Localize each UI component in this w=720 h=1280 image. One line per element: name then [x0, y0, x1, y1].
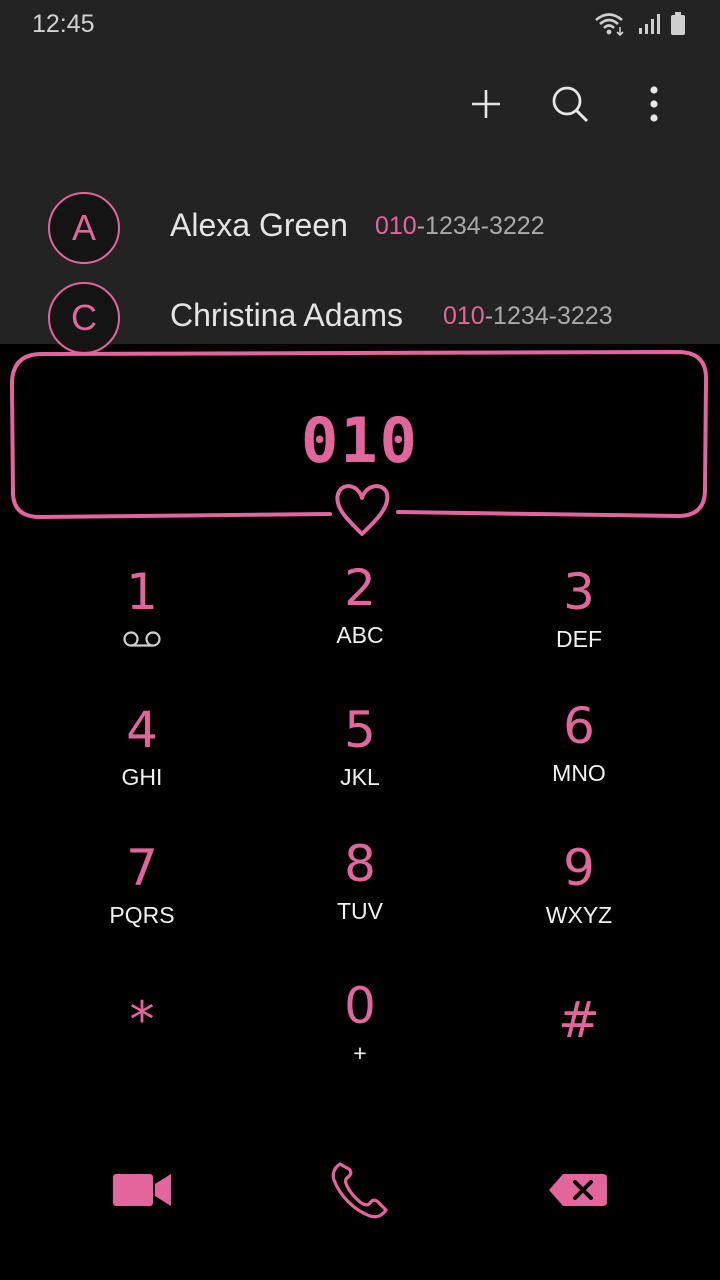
video-call-icon	[113, 1174, 171, 1206]
avatar: A	[48, 192, 120, 264]
number-display[interactable]: 010	[0, 344, 720, 544]
key-7[interactable]: 7 PQRS	[42, 838, 242, 958]
key-1[interactable]: 1	[42, 562, 242, 682]
key-digit: 1	[126, 563, 158, 621]
action-bar	[0, 1140, 720, 1240]
key-8[interactable]: 8 TUV	[260, 834, 460, 954]
video-call-button[interactable]	[92, 1140, 192, 1240]
dialer-screen: 12:45 A Alexa Green 010-1234-3222 C Chri…	[0, 0, 720, 1280]
call-button[interactable]	[310, 1140, 410, 1240]
phone-icon	[331, 1162, 388, 1219]
number-rest: -1234-3223	[484, 302, 613, 330]
key-digit: *	[129, 991, 155, 1049]
key-letters: DEF	[556, 626, 602, 652]
key-4[interactable]: 4 GHI	[42, 700, 242, 820]
backspace-button[interactable]	[528, 1140, 628, 1240]
number-match: 010	[375, 212, 417, 240]
key-letters: JKL	[340, 764, 380, 790]
key-letters: ABC	[336, 622, 384, 648]
dialed-number: 010	[301, 404, 419, 477]
key-star[interactable]: *	[42, 990, 242, 1110]
key-0[interactable]: 0 +	[260, 976, 460, 1096]
key-letters: +	[353, 1040, 367, 1066]
toolbar	[466, 80, 674, 128]
contact-name: Alexa Green	[170, 207, 348, 243]
key-6[interactable]: 6 MNO	[479, 696, 679, 816]
voicemail-icon	[123, 631, 161, 647]
key-letters: WXYZ	[545, 902, 613, 928]
key-digit: #	[558, 991, 600, 1049]
contacts-header: 12:45 A Alexa Green 010-1234-3222 C Chri…	[0, 0, 720, 354]
search-icon	[552, 86, 589, 123]
key-digit: 5	[344, 701, 376, 759]
status-time: 12:45	[32, 10, 95, 38]
status-bar: 12:45	[0, 0, 720, 50]
add-contact-button[interactable]	[466, 80, 506, 128]
contact-suggestion[interactable]: A Alexa Green 010-1234-3222	[0, 192, 720, 282]
key-digit: 0	[344, 977, 376, 1035]
key-letters: MNO	[552, 760, 606, 786]
key-digit: 9	[563, 839, 595, 897]
key-2[interactable]: 2 ABC	[260, 558, 460, 678]
key-digit: 3	[563, 563, 595, 621]
key-letters: TUV	[337, 898, 383, 924]
key-9[interactable]: 9 WXYZ	[479, 838, 679, 958]
key-hash[interactable]: #	[479, 990, 679, 1110]
status-icons	[594, 11, 686, 41]
battery-icon	[670, 12, 686, 40]
key-digit: 4	[126, 701, 158, 759]
contact-number: 010-1234-3222	[375, 212, 545, 241]
add-icon	[472, 90, 500, 118]
key-digit: 7	[126, 839, 158, 897]
signal-icon	[638, 13, 660, 39]
key-letters: PQRS	[109, 902, 175, 928]
key-digit: 2	[344, 559, 376, 617]
contact-name: Christina Adams	[170, 297, 403, 333]
key-3[interactable]: 3 DEF	[479, 562, 679, 682]
more-options-button[interactable]	[634, 80, 674, 128]
number-rest: -1234-3222	[416, 212, 545, 240]
contact-number: 010-1234-3223	[443, 302, 613, 331]
key-digit: 8	[344, 835, 376, 893]
more-icon	[650, 86, 658, 122]
wifi-icon	[594, 11, 628, 41]
key-5[interactable]: 5 JKL	[260, 700, 460, 820]
number-match: 010	[443, 302, 485, 330]
backspace-icon	[549, 1174, 607, 1206]
key-letters: GHI	[121, 764, 163, 790]
key-digit: 6	[563, 697, 595, 755]
search-button[interactable]	[550, 80, 590, 128]
